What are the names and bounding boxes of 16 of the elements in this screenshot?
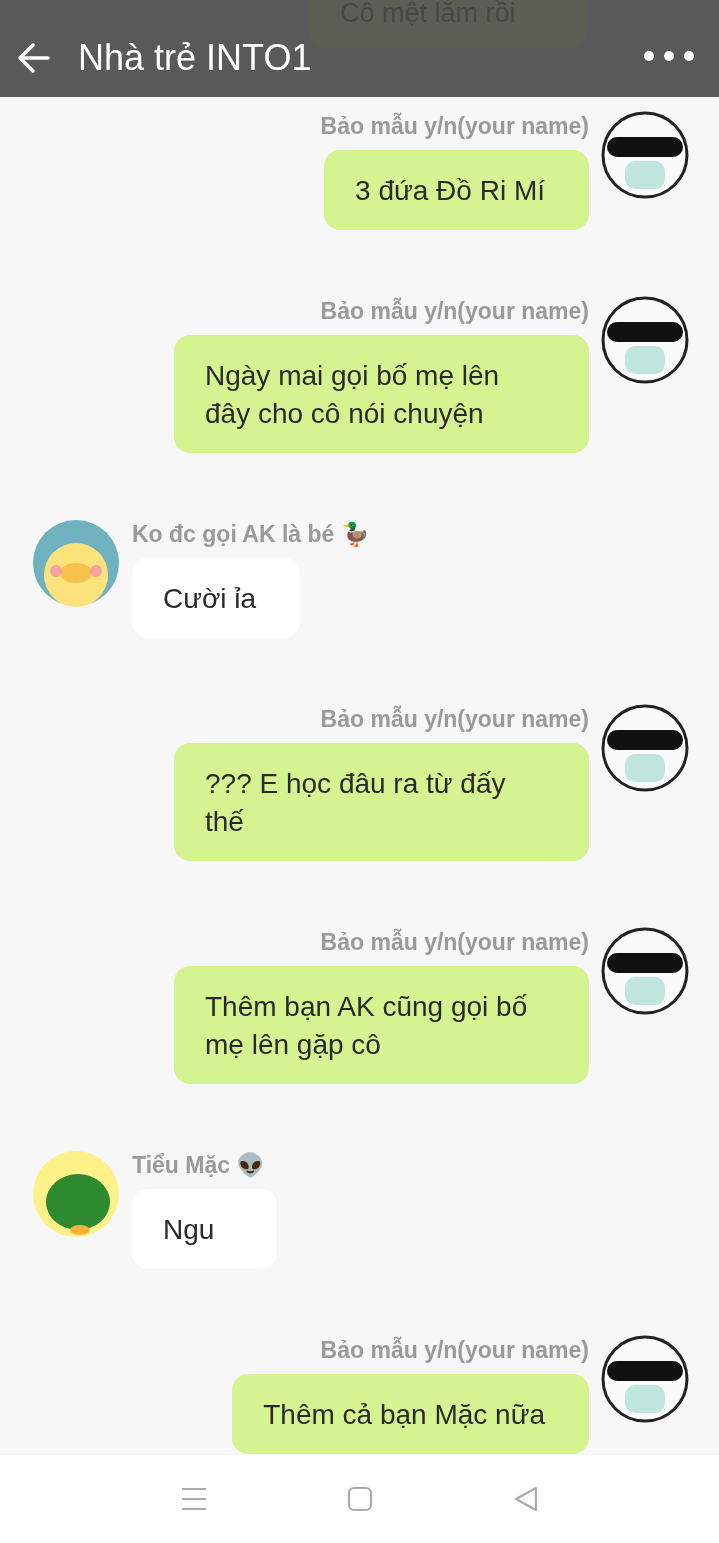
sender-name: Bảo mẫu y/n(your name) xyxy=(320,706,589,733)
message-bubble: Thêm bạn AK cũng gọi bố mẹ lên gặp cô xyxy=(174,966,589,1084)
message-bubble: Thêm cả bạn Mặc nữa xyxy=(232,1374,589,1454)
sender-name: Bảo mẫu y/n(your name) xyxy=(320,298,589,325)
sender-name: Ko đc gọi AK là bé 🦆 xyxy=(132,521,370,548)
home-icon[interactable] xyxy=(346,1486,373,1512)
message-bubble: Ngày mai gọi bố mẹ lên đây cho cô nói chuyện xyxy=(174,335,589,453)
sender-name: Bảo mẫu y/n(your name) xyxy=(320,929,589,956)
sender-name: Bảo mẫu y/n(your name) xyxy=(320,1337,589,1364)
sender-name: Tiểu Mặc 👽 xyxy=(132,1152,266,1179)
message-bubble: ??? E học đâu ra từ đấy thế xyxy=(174,743,589,861)
message-bubble: Ngu xyxy=(132,1189,277,1269)
sender-name: Bảo mẫu y/n(your name) xyxy=(320,113,589,140)
menu-icon[interactable] xyxy=(180,1487,207,1511)
message-bubble: 3 đứa Đồ Ri Mí xyxy=(324,150,589,230)
message-bubble: Cười ỉa xyxy=(132,558,301,638)
